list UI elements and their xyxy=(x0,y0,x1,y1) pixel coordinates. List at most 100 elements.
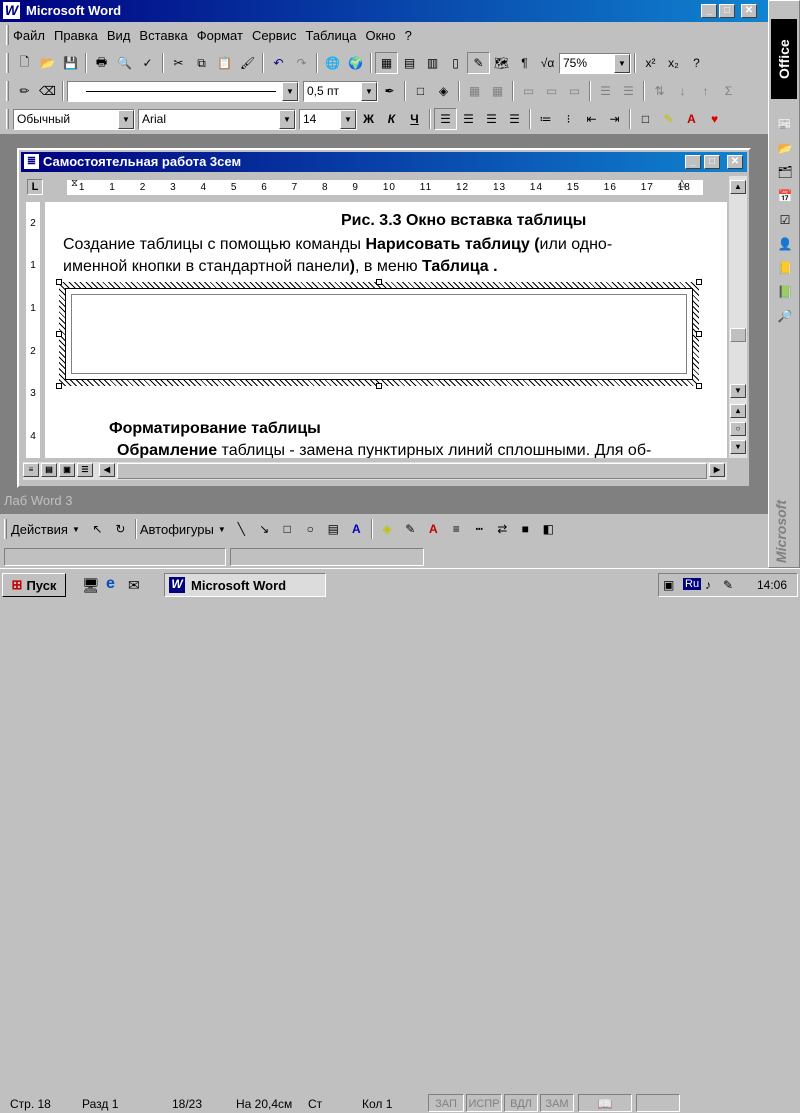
actions-menu[interactable]: Действия xyxy=(11,522,68,537)
web-toolbar-icon[interactable]: 🌍 xyxy=(344,52,367,74)
chevron-down-icon[interactable]: ▼ xyxy=(361,81,377,101)
chevron-down-icon[interactable]: ▼ xyxy=(282,81,298,101)
document-map-icon[interactable]: 🗺 xyxy=(490,52,513,74)
page-layout-icon[interactable]: ▣ xyxy=(59,463,75,477)
redo-icon[interactable]: ↷ xyxy=(290,52,313,74)
ie-icon[interactable]: e xyxy=(106,575,115,593)
align-right-icon[interactable]: ☰ xyxy=(480,108,503,130)
office-btn-5-icon[interactable]: ☑ xyxy=(774,209,796,231)
autoshapes-menu[interactable]: Автофигуры xyxy=(140,522,214,537)
lab-window-title[interactable]: Лаб Word 3 xyxy=(4,493,73,508)
menu-table[interactable]: Таблица xyxy=(305,28,356,43)
scroll-thumb[interactable] xyxy=(730,328,746,342)
outline-view-icon[interactable]: ☰ xyxy=(77,463,93,477)
tables-borders-icon[interactable]: ▦ xyxy=(375,52,398,74)
font-size-select[interactable]: 14 ▼ xyxy=(299,108,357,130)
insert-excel-icon[interactable]: ▥ xyxy=(421,52,444,74)
taskbar-word-button[interactable]: W Microsoft Word xyxy=(164,573,326,597)
normal-view-icon[interactable]: ≡ xyxy=(23,463,39,477)
spelling-icon[interactable]: ✓ xyxy=(136,52,159,74)
chevron-down-icon[interactable]: ▼ xyxy=(614,53,630,73)
menu-file[interactable]: Файл xyxy=(13,28,45,43)
chevron-down-icon[interactable]: ▼ xyxy=(340,109,356,129)
word-icon[interactable]: W xyxy=(3,2,20,19)
menu-view[interactable]: Вид xyxy=(107,28,131,43)
font-select[interactable]: Arial ▼ xyxy=(138,108,296,130)
minimize-button[interactable]: _ xyxy=(701,4,717,18)
fill-color-icon[interactable]: ◈ xyxy=(376,518,399,540)
resize-handle[interactable] xyxy=(56,279,62,285)
text-direction-icon[interactable]: ⇅ xyxy=(648,80,671,102)
doc-close-button[interactable]: ✕ xyxy=(727,155,743,169)
format-painter-icon[interactable]: 🖌 xyxy=(236,52,259,74)
free-rotate-icon[interactable]: ↻ xyxy=(109,518,132,540)
close-button[interactable]: ✕ xyxy=(741,4,757,18)
vertical-ruler[interactable]: 211234 xyxy=(23,202,43,458)
hyperlink-icon[interactable]: 🌐 xyxy=(321,52,344,74)
menu-tools[interactable]: Сервис xyxy=(252,28,297,43)
underline-button[interactable]: Ч xyxy=(403,108,426,130)
drawn-table-frame[interactable] xyxy=(59,282,699,386)
bold-button[interactable]: Ж xyxy=(357,108,380,130)
draw-table-icon[interactable]: ✏ xyxy=(13,80,36,102)
highlight-icon[interactable]: ✎ xyxy=(657,108,680,130)
status-ovr[interactable]: ЗАМ xyxy=(540,1094,574,1112)
help-icon[interactable]: ? xyxy=(685,52,708,74)
language-indicator[interactable]: Ru xyxy=(683,578,702,590)
borders-icon[interactable]: □ xyxy=(634,108,657,130)
line-style-icon[interactable]: ≡ xyxy=(445,518,468,540)
align-top-icon[interactable]: ▭ xyxy=(517,80,540,102)
cut-icon[interactable]: ✂ xyxy=(167,52,190,74)
select-objects-icon[interactable]: ↖ xyxy=(86,518,109,540)
resize-handle[interactable] xyxy=(376,383,382,389)
distribute-columns-icon[interactable]: ☰ xyxy=(617,80,640,102)
line-style-select[interactable]: ▼ xyxy=(67,80,299,102)
increase-indent-icon[interactable]: ⇥ xyxy=(603,108,626,130)
doc-maximize-button[interactable]: □ xyxy=(704,155,720,169)
show-hide-icon[interactable]: ¶ xyxy=(513,52,536,74)
chevron-down-icon[interactable]: ▼ xyxy=(279,109,295,129)
heart-icon[interactable]: ♥ xyxy=(703,108,726,130)
outside-border-icon[interactable]: □ xyxy=(409,80,432,102)
office-btn-6-icon[interactable]: 👤 xyxy=(774,233,796,255)
doc-icon[interactable]: ≣ xyxy=(24,154,39,169)
rectangle-icon[interactable]: □ xyxy=(276,518,299,540)
scroll-left-icon[interactable]: ◀ xyxy=(99,463,115,477)
web-layout-icon[interactable]: ▤ xyxy=(41,463,57,477)
equation-icon[interactable]: √α xyxy=(536,52,559,74)
status-trk[interactable]: ИСПР xyxy=(466,1094,502,1112)
outlook-icon[interactable]: ✉ xyxy=(128,577,140,594)
chevron-down-icon[interactable]: ▼ xyxy=(218,525,226,534)
superscript-icon[interactable]: x² xyxy=(639,52,662,74)
menu-edit[interactable]: Правка xyxy=(54,28,98,43)
eraser-icon[interactable]: ⌫ xyxy=(36,80,59,102)
resize-handle[interactable] xyxy=(376,279,382,285)
wordart-icon[interactable]: A xyxy=(345,518,368,540)
next-page-icon[interactable]: ▾ xyxy=(730,440,746,454)
distribute-rows-icon[interactable]: ☰ xyxy=(594,80,617,102)
new-document-icon[interactable]: 🗋 xyxy=(13,52,36,74)
vertical-scrollbar[interactable]: ▲ ▼ ▴ ○ ▾ xyxy=(729,176,747,458)
align-center-text-icon[interactable]: ☰ xyxy=(457,108,480,130)
chevron-down-icon[interactable]: ▼ xyxy=(72,525,80,534)
autosum-icon[interactable]: Σ xyxy=(717,80,740,102)
office-btn-4-icon[interactable]: 📅 xyxy=(774,185,796,207)
status-ext[interactable]: ВДЛ xyxy=(504,1094,538,1112)
border-color-icon[interactable]: ✒ xyxy=(378,80,401,102)
italic-button[interactable]: К xyxy=(380,108,403,130)
scroll-right-icon[interactable]: ▶ xyxy=(709,463,725,477)
horizontal-scrollbar[interactable]: ≡ ▤ ▣ ☰ ◀ ▶ xyxy=(23,462,727,480)
3d-icon[interactable]: ◧ xyxy=(537,518,560,540)
drawing-icon[interactable]: ✎ xyxy=(467,52,490,74)
office-btn-9-icon[interactable]: 🔎 xyxy=(774,305,796,327)
indent-marker-icon[interactable]: ⧖ xyxy=(71,178,78,189)
arrow-style-icon[interactable]: ⇄ xyxy=(491,518,514,540)
tray-mixer-icon[interactable]: ♪ xyxy=(705,578,711,592)
right-indent-icon[interactable]: △ xyxy=(678,178,686,189)
start-button[interactable]: ⊞ Пуск xyxy=(2,573,66,597)
text-box-icon[interactable]: ▤ xyxy=(322,518,345,540)
doc-minimize-button[interactable]: _ xyxy=(685,155,701,169)
line-weight-select[interactable]: 0,5 пт ▼ xyxy=(303,80,378,102)
justify-icon[interactable]: ☰ xyxy=(503,108,526,130)
oval-icon[interactable]: ○ xyxy=(299,518,322,540)
